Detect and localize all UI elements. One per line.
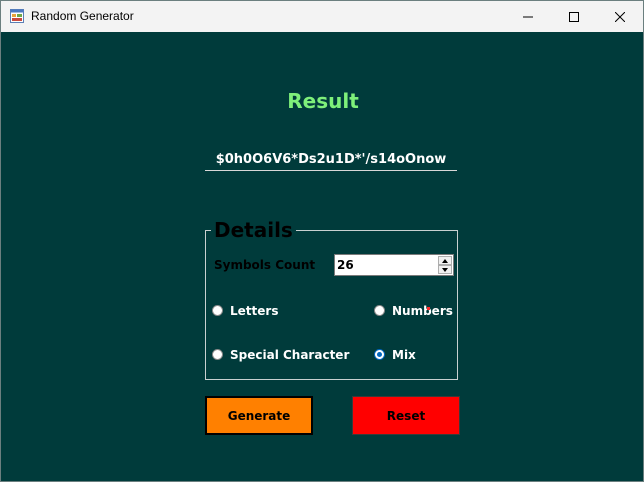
radio-letters-label[interactable]: Letters	[230, 304, 278, 318]
app-window: Random Generator Result $0h0O6V6*Ds2u1D*…	[0, 0, 644, 482]
app-form-icon	[10, 9, 24, 23]
close-button[interactable]	[597, 1, 643, 32]
radio-numbers[interactable]	[374, 305, 385, 316]
radio-mix[interactable]	[374, 349, 385, 360]
result-value: $0h0O6V6*Ds2u1D*'/s14oOnow	[205, 152, 457, 171]
title-bar[interactable]: Random Generator	[1, 1, 643, 32]
focus-marker	[427, 307, 430, 310]
symbols-count-label: Symbols Count	[214, 258, 316, 272]
radio-numbers-label[interactable]: Numbers	[392, 304, 453, 318]
radio-letters[interactable]	[212, 305, 223, 316]
reset-button[interactable]: Reset	[352, 396, 460, 435]
radio-special-character[interactable]	[212, 349, 223, 360]
chevron-down-icon	[442, 267, 448, 272]
chevron-up-icon	[442, 258, 448, 263]
radio-special-character-label[interactable]: Special Character	[230, 348, 349, 362]
minimize-icon	[523, 16, 533, 17]
symbols-count-value[interactable]: 26	[337, 258, 354, 272]
maximize-button[interactable]	[551, 1, 597, 32]
stepper-down-button[interactable]	[438, 265, 452, 274]
close-icon	[615, 11, 625, 22]
details-legend: Details	[211, 218, 296, 242]
window-title: Random Generator	[31, 9, 134, 23]
stepper-up-button[interactable]	[438, 256, 452, 265]
generate-button[interactable]: Generate	[205, 396, 313, 435]
symbols-count-stepper[interactable]: 26	[334, 254, 454, 276]
radio-mix-label[interactable]: Mix	[392, 348, 416, 362]
minimize-button[interactable]	[505, 1, 551, 32]
maximize-icon	[569, 11, 579, 22]
result-heading: Result	[287, 89, 359, 113]
